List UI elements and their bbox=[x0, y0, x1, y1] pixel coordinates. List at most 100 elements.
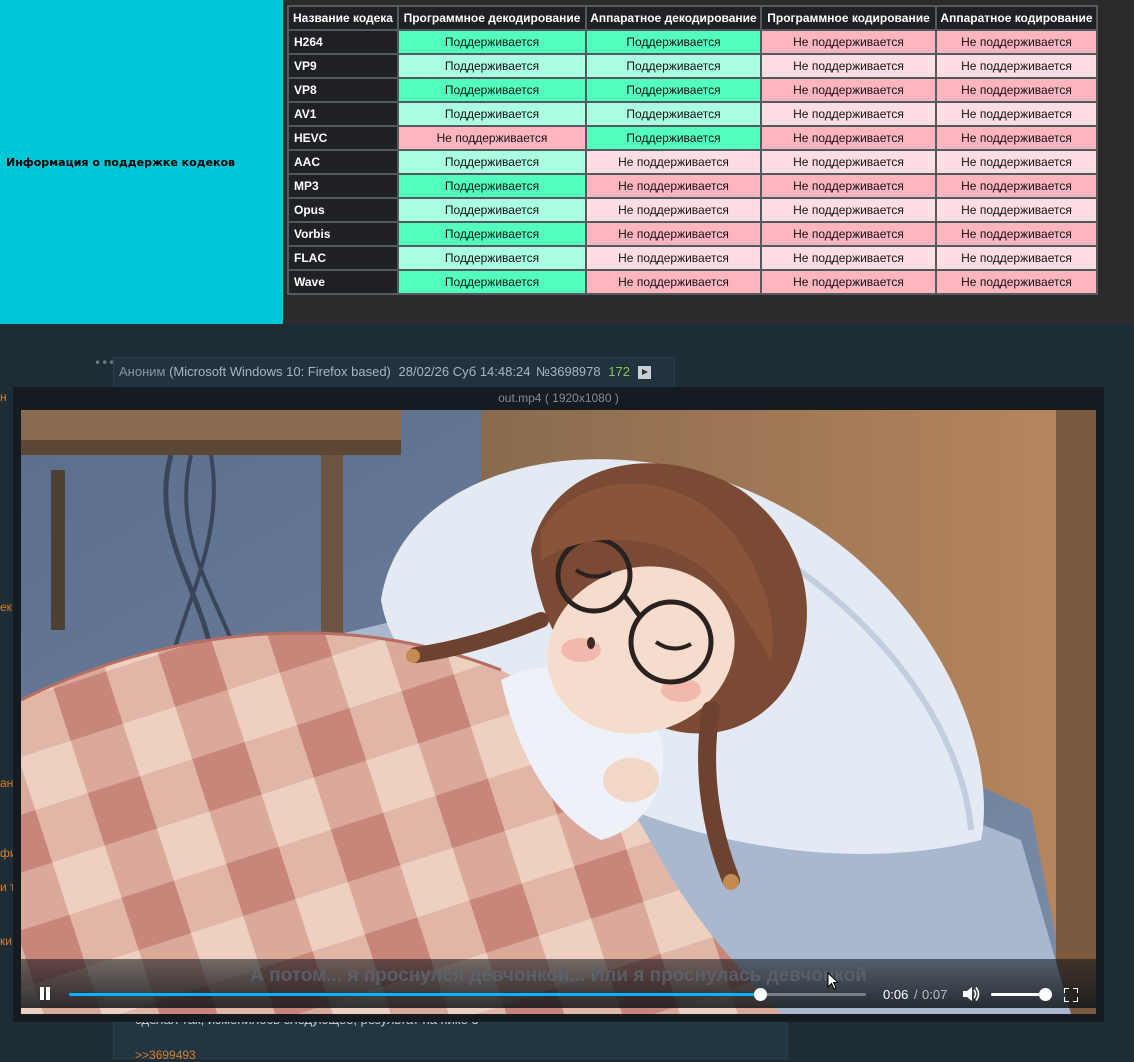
seek-bar-thumb[interactable] bbox=[753, 988, 767, 1001]
codec-support-cell: Не поддерживается bbox=[935, 197, 1098, 223]
fullscreen-icon[interactable] bbox=[1063, 987, 1079, 1003]
codec-name-cell: HEVC bbox=[287, 125, 399, 151]
codec-support-cell: Не поддерживается bbox=[585, 197, 762, 223]
seek-bar[interactable] bbox=[69, 988, 866, 1001]
video-frame-image bbox=[21, 410, 1096, 1014]
header-hardware-encoding: Аппаратное кодирование bbox=[935, 5, 1098, 31]
codec-support-cell: Не поддерживается bbox=[585, 245, 762, 271]
video-controls: А потом... я проснулся девчонкой... Или … bbox=[21, 959, 1096, 1008]
codec-support-cell: Не поддерживается bbox=[585, 269, 762, 295]
codec-support-cell: Не поддерживается bbox=[760, 53, 937, 79]
post-datetime: 28/02/26 Суб 14:48:24 bbox=[398, 364, 531, 379]
codec-support-cell: Не поддерживается bbox=[760, 197, 937, 223]
codec-support-cell: Не поддерживается bbox=[760, 221, 937, 247]
codec-table-row: AV1 Поддерживается Поддерживается Не поддер… bbox=[287, 101, 1098, 127]
codec-support-cell: Не поддерживается bbox=[935, 101, 1098, 127]
codec-name-cell: VP9 bbox=[287, 53, 399, 79]
time-total: 0:07 bbox=[922, 987, 948, 1002]
codec-name-cell: Wave bbox=[287, 269, 399, 295]
codec-support-cell: Не поддерживается bbox=[585, 149, 762, 175]
codec-support-cell: Не поддерживается bbox=[935, 221, 1098, 247]
codec-name-cell: Vorbis bbox=[287, 221, 399, 247]
codec-info-label-box: Информация о поддержке кодеков bbox=[0, 0, 283, 324]
codec-support-cell: Поддерживается bbox=[397, 173, 587, 199]
header-hardware-decoding: Аппаратное декодирование bbox=[585, 5, 762, 31]
codec-support-cell: Не поддерживается bbox=[935, 173, 1098, 199]
codec-support-cell: Поддерживается bbox=[585, 101, 762, 127]
codec-support-cell: Поддерживается bbox=[397, 77, 587, 103]
codec-table-row: H264 Поддерживается Поддерживается Не подде… bbox=[287, 29, 1098, 55]
codec-support-cell: Поддерживается bbox=[585, 53, 762, 79]
codec-support-cell: Не поддерживается bbox=[760, 77, 937, 103]
volume-icon[interactable] bbox=[962, 986, 980, 1002]
video-frame[interactable] bbox=[21, 410, 1096, 1014]
codec-support-cell: Не поддерживается bbox=[760, 173, 937, 199]
codec-info-label: Информация о поддержке кодеков bbox=[6, 155, 236, 169]
codec-table-row: Vorbis Поддерживается Не поддерживается Не … bbox=[287, 221, 1098, 247]
codec-table-row: HEVC Не поддерживается Поддерживается Не по… bbox=[287, 125, 1098, 151]
codec-name-cell: AAC bbox=[287, 149, 399, 175]
codec-support-cell: Поддерживается bbox=[397, 269, 587, 295]
codec-support-cell: Не поддерживается bbox=[585, 221, 762, 247]
codec-support-cell: Поддерживается bbox=[585, 29, 762, 55]
post-reply-count: 172 bbox=[608, 364, 630, 379]
codec-support-cell: Поддерживается bbox=[585, 125, 762, 151]
codec-table-row: MP3 Поддерживается Не поддерживается Не под… bbox=[287, 173, 1098, 199]
codec-support-cell: Поддерживается bbox=[397, 101, 587, 127]
codec-support-cell: Не поддерживается bbox=[760, 101, 937, 127]
codec-support-cell: Поддерживается bbox=[397, 197, 587, 223]
codec-name-cell: AV1 bbox=[287, 101, 399, 127]
volume-slider-fill bbox=[991, 993, 1045, 996]
codec-support-cell: Поддерживается bbox=[397, 149, 587, 175]
codec-table-header-row: Название кодека Программное декодировани… bbox=[287, 5, 1098, 31]
codec-table-row: FLAC Поддерживается Не поддерживается Не по… bbox=[287, 245, 1098, 271]
codec-support-cell: Не поддерживается bbox=[760, 149, 937, 175]
codec-support-cell: Поддерживается bbox=[397, 245, 587, 271]
codec-support-cell: Не поддерживается bbox=[935, 77, 1098, 103]
post-reply-link[interactable]: >>3699493 bbox=[135, 1048, 196, 1062]
pause-icon[interactable] bbox=[39, 987, 51, 1000]
header-codec-name: Название кодека bbox=[287, 5, 399, 31]
codec-support-cell: Не поддерживается bbox=[935, 245, 1098, 271]
codec-name-cell: MP3 bbox=[287, 173, 399, 199]
seek-bar-fill bbox=[69, 993, 760, 996]
post-author[interactable]: Аноним bbox=[119, 364, 165, 379]
codec-support-cell: Поддерживается bbox=[585, 77, 762, 103]
codec-support-cell: Не поддерживается bbox=[760, 269, 937, 295]
codec-name-cell: FLAC bbox=[287, 245, 399, 271]
video-subtitle: А потом... я проснулся девчонкой... Или … bbox=[250, 965, 867, 986]
codec-support-cell: Не поддерживается bbox=[760, 29, 937, 55]
codec-name-cell: VP8 bbox=[287, 77, 399, 103]
video-caption: out.mp4 ( 1920x1080 ) bbox=[13, 391, 1104, 405]
codec-table-row: Wave Поддерживается Не поддерживается Не по… bbox=[287, 269, 1098, 295]
page-fragment-link: ки bbox=[0, 934, 12, 948]
page-fragment-link: ек bbox=[0, 600, 12, 614]
codec-support-cell: Не поддерживается bbox=[935, 149, 1098, 175]
codec-table-row: VP8 Поддерживается Поддерживается Не поддер… bbox=[287, 77, 1098, 103]
volume-slider-thumb[interactable] bbox=[1039, 988, 1052, 1001]
codec-table-row: AAC Поддерживается Не поддерживается Не под… bbox=[287, 149, 1098, 175]
codec-name-cell: H264 bbox=[287, 29, 399, 55]
codec-table-row: Opus Поддерживается Не поддерживается Не по… bbox=[287, 197, 1098, 223]
codec-table-row: VP9 Поддерживается Поддерживается Не поддер… bbox=[287, 53, 1098, 79]
header-software-decoding: Программное декодирование bbox=[397, 5, 587, 31]
codec-support-cell: Не поддерживается bbox=[935, 269, 1098, 295]
volume-slider[interactable] bbox=[991, 988, 1052, 1001]
video-filename[interactable]: out.mp4 bbox=[498, 391, 541, 405]
codec-support-cell: Не поддерживается bbox=[760, 125, 937, 151]
post-number[interactable]: №3698978 bbox=[536, 364, 601, 379]
codec-info-panel: Информация о поддержке кодеков Название … bbox=[0, 0, 1134, 324]
codec-name-cell: Opus bbox=[287, 197, 399, 223]
post-client: (Microsoft Windows 10: Firefox based) bbox=[169, 364, 391, 379]
codec-support-cell: Поддерживается bbox=[397, 221, 587, 247]
codec-support-cell: Не поддерживается bbox=[760, 245, 937, 271]
codec-support-cell: Не поддерживается bbox=[935, 125, 1098, 151]
time-current: 0:06 bbox=[883, 987, 909, 1002]
codec-support-cell: Поддерживается bbox=[397, 53, 587, 79]
play-icon[interactable] bbox=[637, 366, 651, 380]
time-separator: / bbox=[914, 987, 918, 1002]
post-header: Аноним (Microsoft Windows 10: Firefox ba… bbox=[113, 357, 675, 387]
page-fragment-link: ан bbox=[0, 776, 14, 790]
codec-support-cell: Не поддерживается bbox=[935, 53, 1098, 79]
video-resolution: ( 1920x1080 ) bbox=[544, 391, 619, 405]
